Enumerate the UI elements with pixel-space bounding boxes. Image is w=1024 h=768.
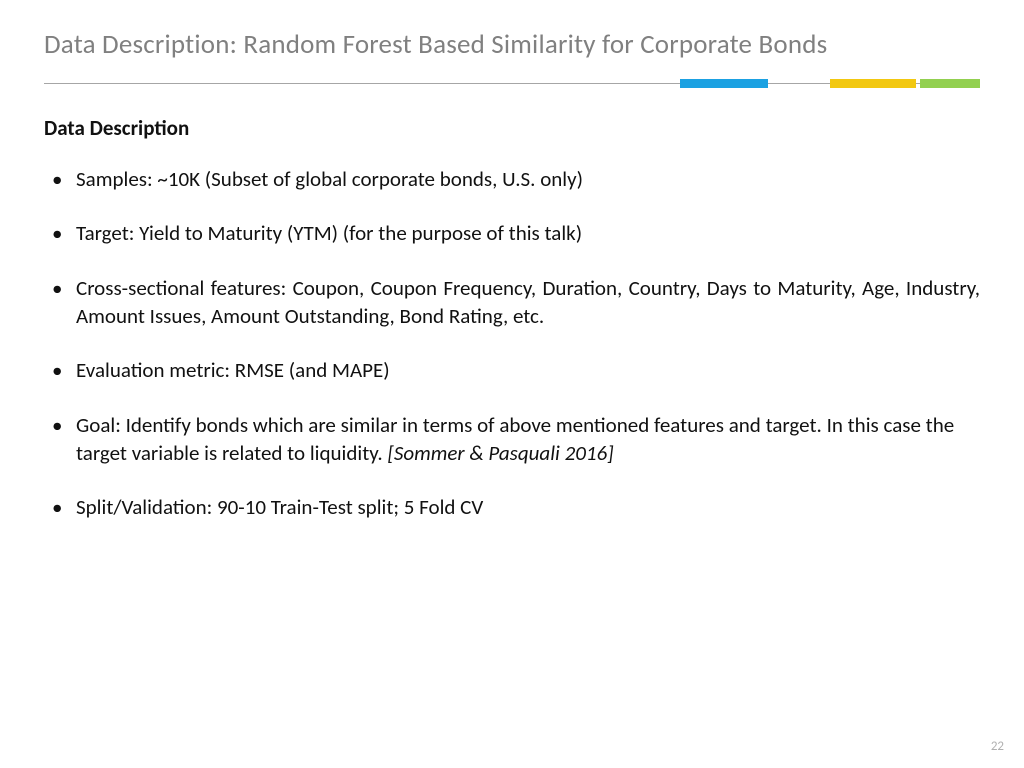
bullet-text: Cross-sectional features: Coupon, Coupon… <box>76 275 980 329</box>
bullet-item: Split/Validation: 90-10 Train-Test split… <box>48 493 980 521</box>
slide-title: Data Description: Random Forest Based Si… <box>44 28 980 61</box>
bullet-item: Target: Yield to Maturity (YTM) (for the… <box>48 219 980 247</box>
page-number: 22 <box>991 739 1004 754</box>
bullet-list: Samples: ~10K (Subset of global corporat… <box>44 165 980 522</box>
citation: [Sommer & Pasquali 2016] <box>387 440 613 466</box>
title-divider <box>44 79 980 89</box>
accent-bar-yellow <box>830 79 916 88</box>
accent-bar-green <box>920 79 980 88</box>
section-heading: Data Description <box>44 115 980 141</box>
accent-bar-blue <box>680 79 768 88</box>
bullet-text: Evaluation metric: RMSE (and MAPE) <box>76 357 390 383</box>
bullet-text: Split/Validation: 90-10 Train-Test split… <box>76 494 483 520</box>
bullet-text: Samples: ~10K (Subset of global corporat… <box>76 166 583 192</box>
bullet-item: Cross-sectional features: Coupon, Coupon… <box>48 274 980 331</box>
bullet-item: Goal: Identify bonds which are similar i… <box>48 411 980 468</box>
bullet-text: Target: Yield to Maturity (YTM) (for the… <box>76 220 582 246</box>
slide: Data Description: Random Forest Based Si… <box>0 0 1024 768</box>
bullet-item: Samples: ~10K (Subset of global corporat… <box>48 165 980 193</box>
bullet-item: Evaluation metric: RMSE (and MAPE) <box>48 356 980 384</box>
